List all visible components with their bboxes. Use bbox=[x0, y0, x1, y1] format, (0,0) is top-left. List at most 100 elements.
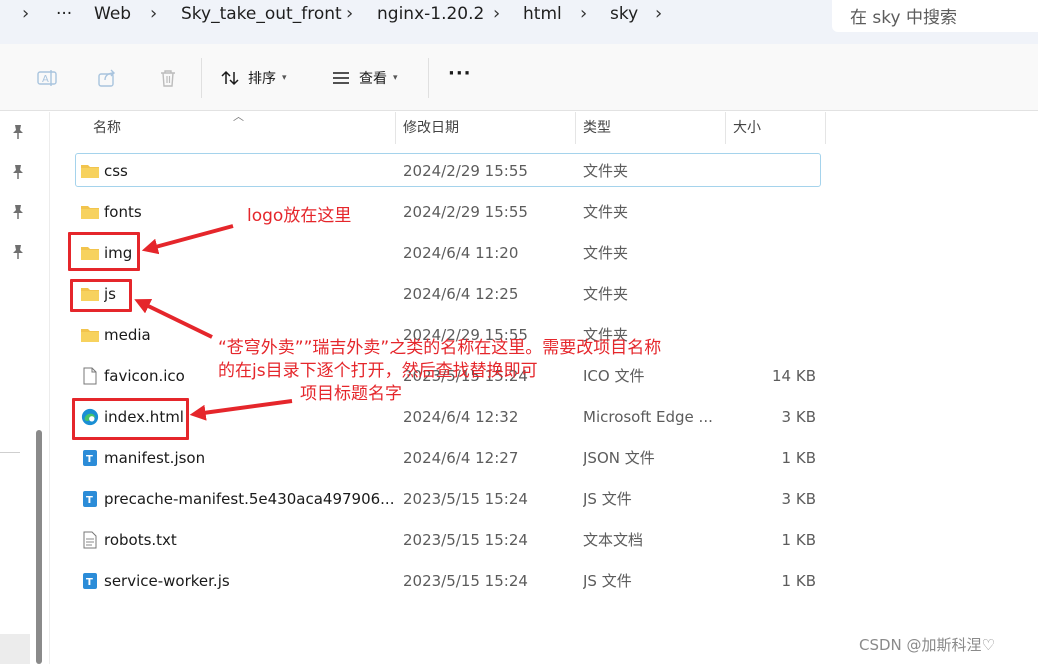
pin-icon[interactable] bbox=[11, 164, 25, 180]
file-row-precache-manifest[interactable]: T precache-manifest.5e430aca497906... 20… bbox=[75, 481, 821, 515]
folder-icon bbox=[80, 326, 100, 344]
file-icon bbox=[80, 367, 100, 385]
file-row-css[interactable]: css 2024/2/29 15:55 文件夹 bbox=[75, 153, 821, 187]
sort-button[interactable]: 排序 ▾ bbox=[220, 64, 287, 92]
annotation-index: 项目标题名字 bbox=[300, 384, 402, 404]
text-file-icon bbox=[80, 531, 100, 549]
pin-icon[interactable] bbox=[11, 204, 25, 220]
file-size: 3 KB bbox=[781, 490, 816, 508]
view-label: 查看 bbox=[359, 71, 387, 87]
folder-icon bbox=[80, 162, 100, 180]
chevron-right-icon[interactable]: › bbox=[493, 2, 500, 26]
search-input[interactable]: 在 sky 中搜索 bbox=[832, 0, 1038, 32]
annotation-box-index bbox=[72, 398, 189, 440]
address-bar: › ··· Web › Sky_take_out_front › nginx-1… bbox=[0, 0, 1038, 44]
file-date: 2023/5/15 15:24 bbox=[403, 572, 528, 590]
file-row-robots[interactable]: robots.txt 2023/5/15 15:24 文本文档 1 KB bbox=[75, 522, 821, 556]
file-name: precache-manifest.5e430aca497906... bbox=[104, 490, 394, 508]
file-name: css bbox=[104, 162, 128, 180]
file-name: manifest.json bbox=[104, 449, 206, 467]
folder-icon bbox=[80, 203, 100, 221]
file-date: 2023/5/15 15:24 bbox=[403, 531, 528, 549]
chevron-right-icon[interactable]: › bbox=[150, 2, 157, 26]
file-row-manifest[interactable]: T manifest.json 2024/6/4 12:27 JSON 文件 1… bbox=[75, 440, 821, 474]
file-type: JS 文件 bbox=[583, 490, 632, 508]
breadcrumb-item-web[interactable]: Web bbox=[94, 2, 131, 26]
annotation-box-js bbox=[70, 279, 132, 312]
chevron-down-icon: ▾ bbox=[393, 73, 398, 83]
pin-icon[interactable] bbox=[11, 124, 25, 140]
annotation-js-line1: “苍穹外卖””瑞吉外卖”之类的名称在这里。需要改项目名称 bbox=[218, 338, 662, 358]
svg-text:T: T bbox=[86, 454, 93, 465]
file-size bbox=[726, 201, 816, 223]
breadcrumb-item-sky-take-out-front[interactable]: Sky_take_out_front bbox=[181, 2, 342, 26]
code-file-icon: T bbox=[80, 490, 100, 508]
file-size: 1 KB bbox=[781, 531, 816, 549]
file-type: 文件夹 bbox=[583, 162, 629, 180]
column-divider[interactable] bbox=[575, 112, 576, 144]
more-options-button[interactable]: ··· bbox=[448, 63, 472, 84]
file-type: 文件夹 bbox=[583, 285, 629, 303]
file-date: 2024/6/4 12:32 bbox=[403, 408, 519, 426]
delete-icon[interactable] bbox=[157, 67, 179, 89]
breadcrumb-item-html[interactable]: html bbox=[523, 2, 562, 26]
file-size: 14 KB bbox=[772, 367, 816, 385]
nav-footer bbox=[0, 634, 30, 664]
svg-text:A: A bbox=[42, 74, 49, 85]
file-date: 2024/6/4 12:27 bbox=[403, 449, 519, 467]
rename-icon[interactable]: A bbox=[36, 67, 58, 89]
navigation-pane bbox=[0, 112, 50, 664]
watermark: CSDN @加斯科涅♡ bbox=[859, 636, 995, 654]
nav-separator bbox=[0, 452, 20, 453]
file-row-fonts[interactable]: fonts 2024/2/29 15:55 文件夹 bbox=[75, 194, 821, 228]
column-header-type[interactable]: 类型 bbox=[583, 112, 611, 144]
file-name: js bbox=[104, 285, 116, 303]
file-date: 2024/6/4 12:25 bbox=[403, 285, 519, 303]
column-divider[interactable] bbox=[725, 112, 726, 144]
view-button[interactable]: 查看 ▾ bbox=[331, 64, 398, 92]
file-type: Microsoft Edge ... bbox=[583, 408, 713, 426]
view-icon bbox=[333, 72, 349, 84]
file-size: 3 KB bbox=[781, 408, 816, 426]
file-name: service-worker.js bbox=[104, 572, 230, 590]
file-type: ICO 文件 bbox=[583, 367, 645, 385]
file-type: 文件夹 bbox=[583, 203, 629, 221]
sort-label: 排序 bbox=[248, 71, 276, 87]
file-type: JS 文件 bbox=[583, 572, 632, 590]
file-date: 2024/2/29 15:55 bbox=[403, 203, 528, 221]
annotation-logo: logo放在这里 bbox=[247, 206, 352, 226]
breadcrumb-item-nginx[interactable]: nginx-1.20.2 bbox=[377, 2, 484, 26]
breadcrumb-more[interactable]: ··· bbox=[56, 2, 72, 26]
nav-scrollbar[interactable] bbox=[36, 430, 42, 664]
file-type: 文件夹 bbox=[583, 244, 629, 262]
svg-text:T: T bbox=[86, 495, 93, 506]
sort-icon bbox=[221, 70, 239, 86]
toolbar-divider bbox=[428, 58, 429, 98]
file-type: JSON 文件 bbox=[583, 449, 655, 467]
file-size bbox=[726, 283, 816, 305]
breadcrumb: › ··· Web › Sky_take_out_front › nginx-1… bbox=[0, 0, 820, 30]
file-row-img[interactable]: img 2024/6/4 11:20 文件夹 bbox=[75, 235, 821, 269]
chevron-down-icon: ▾ bbox=[282, 73, 287, 83]
file-size bbox=[726, 242, 816, 264]
column-divider[interactable] bbox=[395, 112, 396, 144]
toolbar-divider bbox=[201, 58, 202, 98]
column-header-date[interactable]: 修改日期 bbox=[403, 112, 459, 144]
share-icon[interactable] bbox=[96, 67, 118, 89]
command-bar: A 排序 ▾ 查看 ▾ ··· bbox=[0, 44, 1038, 111]
breadcrumb-item-sky[interactable]: sky bbox=[610, 2, 638, 26]
chevron-right-icon[interactable]: › bbox=[346, 2, 353, 26]
annotation-box-img bbox=[68, 232, 140, 271]
file-row-service-worker[interactable]: T service-worker.js 2023/5/15 15:24 JS 文… bbox=[75, 563, 821, 597]
file-date: 2023/5/15 15:24 bbox=[403, 490, 528, 508]
chevron-right-icon[interactable]: › bbox=[22, 2, 29, 26]
column-header-name[interactable]: 名称 bbox=[93, 112, 121, 144]
file-row-js[interactable]: js 2024/6/4 12:25 文件夹 bbox=[75, 276, 821, 310]
chevron-right-icon[interactable]: › bbox=[655, 2, 662, 26]
chevron-right-icon[interactable]: › bbox=[580, 2, 587, 26]
column-divider[interactable] bbox=[825, 112, 826, 144]
file-size: 1 KB bbox=[781, 572, 816, 590]
pin-icon[interactable] bbox=[11, 244, 25, 260]
column-header-size[interactable]: 大小 bbox=[733, 112, 761, 144]
file-size bbox=[726, 324, 816, 346]
